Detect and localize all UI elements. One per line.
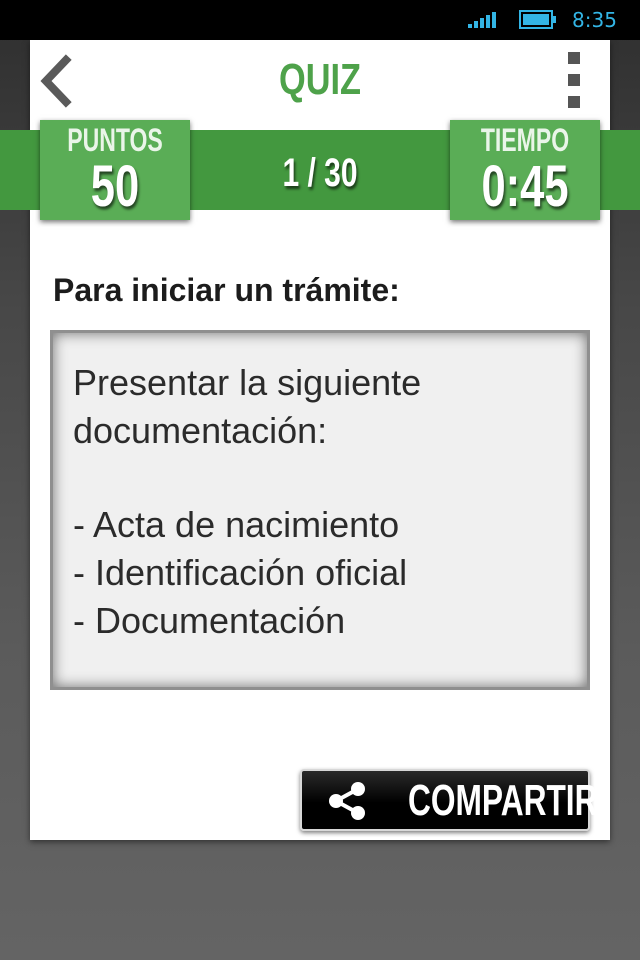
answer-line: Presentar la siguiente: [73, 362, 422, 403]
timer-label: TIEMPO: [480, 122, 570, 158]
battery-icon: [519, 10, 556, 29]
answer-option[interactable]: Presentar la siguiente documentación: - …: [50, 330, 590, 690]
share-label: COMPARTIR: [408, 776, 598, 825]
question-text: Para iniciar un trámite:: [53, 272, 400, 308]
score-value: 50: [90, 154, 140, 219]
status-bar: 8:35: [0, 0, 640, 40]
share-button[interactable]: COMPARTIR: [300, 769, 598, 831]
share-icon: [329, 782, 365, 820]
timer-value: 0:45: [481, 154, 569, 219]
chevron-left-icon[interactable]: [38, 54, 78, 108]
status-time: 8:35: [572, 8, 617, 32]
question-counter: 1 / 30: [282, 151, 358, 195]
answer-line: - Acta de nacimiento: [73, 504, 400, 545]
overflow-menu-icon[interactable]: [562, 52, 586, 108]
score-box: PUNTOS 50: [40, 120, 190, 220]
answer-line: documentación:: [73, 410, 328, 451]
timer-box: TIEMPO 0:45: [450, 120, 600, 220]
answer-line: - Documentación: [73, 600, 346, 641]
score-label: PUNTOS: [67, 122, 163, 158]
answer-line: - Identificación oficial: [73, 552, 408, 593]
signal-icon: [468, 12, 496, 28]
answer-blank-line: [73, 455, 567, 501]
page-title: QUIZ: [279, 55, 361, 104]
